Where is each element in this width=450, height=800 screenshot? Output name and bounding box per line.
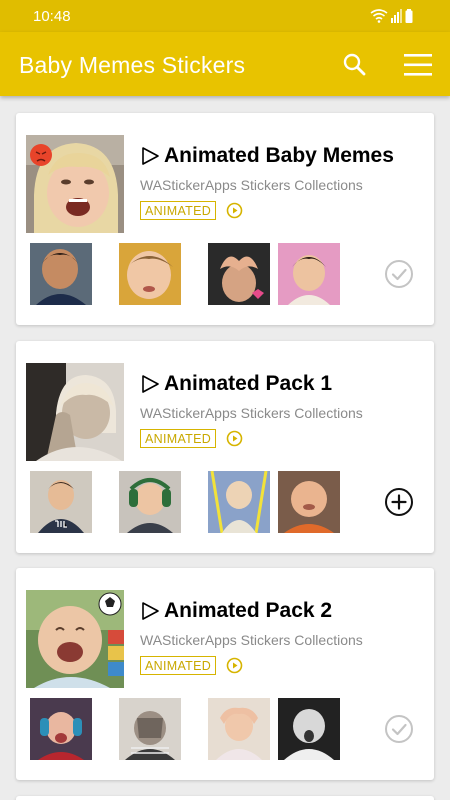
sticker-thumbnail[interactable] [30, 698, 92, 760]
sticker-thumbnail[interactable] [119, 698, 181, 760]
pack-publisher: WAStickerApps Stickers Collections [140, 632, 363, 648]
sticker-thumbnail[interactable] [30, 471, 92, 533]
sticker-pack-card[interactable]: Animated Pack 1 WAStickerApps Stickers C… [16, 341, 434, 553]
add-pack-button[interactable] [383, 486, 415, 518]
animated-play-icon [226, 657, 243, 674]
status-time: 10:48 [33, 8, 71, 25]
pack-title-text: Animated Baby Memes [164, 144, 394, 167]
added-check-icon [385, 715, 413, 743]
pack-title: Animated Pack 1 [140, 369, 332, 399]
pack-publisher: WAStickerApps Stickers Collections [140, 405, 363, 421]
pack-added-indicator[interactable] [383, 258, 415, 290]
app-bar: Baby Memes Stickers [0, 32, 450, 96]
sticker-thumbnail[interactable] [119, 471, 181, 533]
sticker-thumbnail[interactable] [278, 698, 340, 760]
animated-badge: ANIMATED [140, 656, 217, 675]
pack-title: Animated Baby Memes [140, 141, 394, 171]
pack-publisher: WAStickerApps Stickers Collections [140, 177, 363, 193]
sticker-pack-card[interactable]: Animated Baby Memes WAStickerApps Sticke… [16, 113, 434, 325]
menu-button[interactable] [402, 52, 434, 78]
pack-cover-image [26, 590, 124, 688]
search-button[interactable] [340, 50, 370, 80]
pack-added-indicator[interactable] [383, 713, 415, 745]
play-icon [142, 375, 159, 393]
sticker-pack-card[interactable]: Animated Pack 2 WAStickerApps Stickers C… [16, 568, 434, 780]
app-title: Baby Memes Stickers [19, 52, 246, 78]
battery-icon [405, 9, 413, 23]
pack-cover-image [26, 135, 124, 233]
added-check-icon [385, 260, 413, 288]
status-icons [370, 8, 416, 24]
add-icon [385, 488, 413, 516]
sticker-thumbnail[interactable] [119, 243, 181, 305]
sticker-thumbnail[interactable] [208, 243, 270, 305]
animated-badge: ANIMATED [140, 429, 217, 448]
signal-icon [391, 9, 402, 23]
sticker-thumbnail[interactable] [278, 471, 340, 533]
sticker-thumbnail[interactable] [208, 698, 270, 760]
wifi-icon [370, 9, 388, 23]
animated-badge: ANIMATED [140, 201, 217, 220]
status-bar: 10:48 [0, 0, 450, 32]
pack-title-text: Animated Pack 2 [164, 599, 333, 622]
animated-play-icon [226, 430, 243, 447]
play-icon [142, 602, 159, 620]
menu-icon [404, 54, 432, 76]
pack-title-text: Animated Pack 1 [164, 372, 333, 395]
pack-title: Animated Pack 2 [140, 596, 332, 626]
sticker-thumbnail[interactable] [278, 243, 340, 305]
pack-cover-image [26, 363, 124, 461]
sticker-thumbnail[interactable] [208, 471, 270, 533]
sticker-thumbnail[interactable] [30, 243, 92, 305]
sticker-pack-card-partial[interactable] [16, 796, 434, 800]
search-icon [343, 53, 366, 76]
animated-play-icon [226, 202, 243, 219]
play-icon [142, 147, 159, 165]
